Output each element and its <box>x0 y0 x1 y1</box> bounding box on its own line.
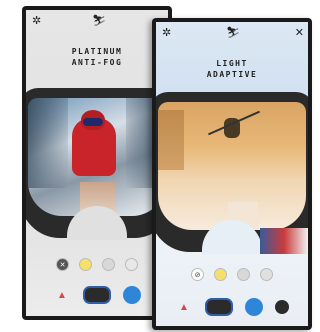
bottom-icon-row: ▲ <box>156 298 308 316</box>
left-phone-screen: ✲ ⛷ PLATINUM ANTI-FOG ✕ ▲ <box>26 10 168 316</box>
goggle-lens-view <box>28 98 166 216</box>
fire-icon[interactable]: ▲ <box>175 298 193 316</box>
product-title-line1: PLATINUM <box>71 47 123 56</box>
product-title-line2: ANTI-FOG <box>71 58 123 67</box>
lens-option-row: ⊘ <box>156 268 308 281</box>
right-phone-screen: ✲ ⛷ ✕ LIGHT ADAPTIVE ⊘ ▲ <box>156 22 308 326</box>
skier-icon: ⛷ <box>226 27 240 39</box>
goggle-thumb-icon[interactable] <box>83 286 111 304</box>
lens-option-none[interactable]: ⊘ <box>191 268 204 281</box>
lens-option-silver[interactable] <box>102 258 115 271</box>
dark-lens-icon[interactable] <box>275 300 289 314</box>
lens-option-yellow[interactable] <box>79 258 92 271</box>
gear-icon[interactable]: ✲ <box>162 28 171 39</box>
close-icon[interactable]: ✕ <box>295 28 304 39</box>
lens-option-clear[interactable] <box>125 258 138 271</box>
product-title-line1: LIGHT <box>216 59 248 68</box>
lens-option-row: ✕ <box>26 258 168 271</box>
spectator-banners <box>260 228 308 254</box>
left-phone: ✲ ⛷ PLATINUM ANTI-FOG ✕ ▲ <box>22 6 172 320</box>
right-phone: ✲ ⛷ ✕ LIGHT ADAPTIVE ⊘ ▲ <box>152 18 312 330</box>
goggle-lens-view <box>158 102 306 230</box>
lens-option-clear[interactable] <box>260 268 273 281</box>
gear-icon[interactable]: ✲ <box>32 16 41 27</box>
bottom-icon-row: ▲ <box>26 286 168 304</box>
blue-lens-icon[interactable] <box>245 298 263 316</box>
lens-option-silver[interactable] <box>237 268 250 281</box>
goggle-thumb-icon[interactable] <box>205 298 233 316</box>
lens-option-none[interactable]: ✕ <box>56 258 69 271</box>
goggle-frame <box>26 88 168 240</box>
lens-option-yellow[interactable] <box>214 268 227 281</box>
rider-goggles <box>83 118 103 126</box>
fire-icon[interactable]: ▲ <box>53 286 71 304</box>
blue-lens-icon[interactable] <box>123 286 141 304</box>
product-title-line2: ADAPTIVE <box>206 70 258 79</box>
skier-icon: ⛷ <box>92 15 106 27</box>
trees-left <box>28 98 68 188</box>
building-left <box>158 110 184 170</box>
